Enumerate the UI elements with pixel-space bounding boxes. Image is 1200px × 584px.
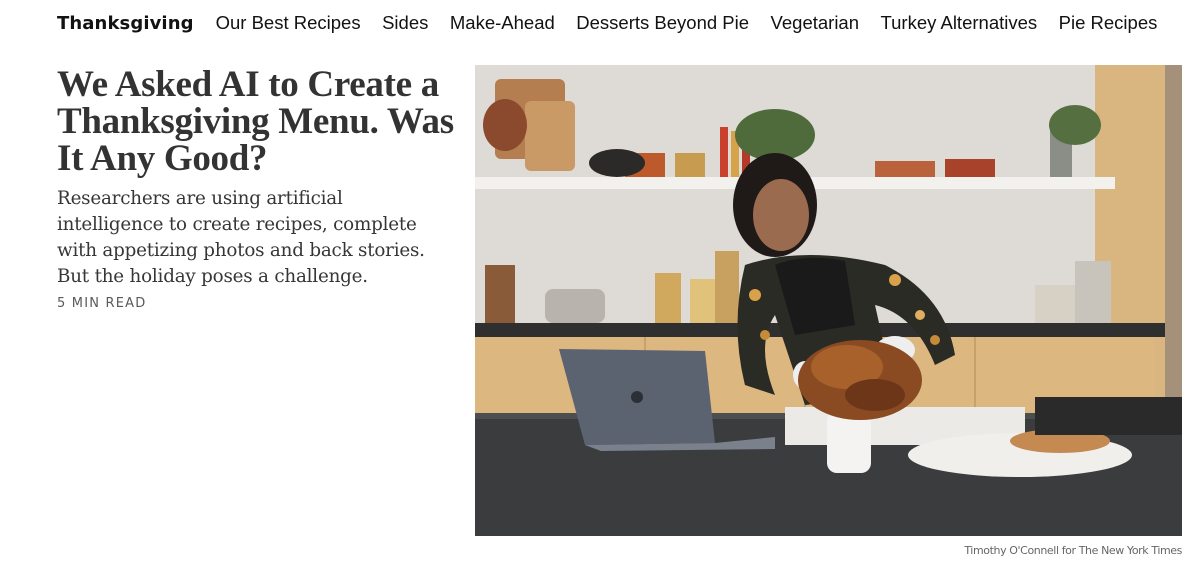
nav-item-pie-recipes[interactable]: Pie Recipes — [1059, 12, 1158, 34]
nav-item-vegetarian[interactable]: Vegetarian — [771, 12, 859, 34]
article-summary: Researchers are using artificial intelli… — [57, 188, 425, 287]
nav-item-our-best-recipes[interactable]: Our Best Recipes — [216, 12, 361, 34]
section-title[interactable]: Thanksgiving — [57, 13, 194, 34]
read-time: 5 MIN READ — [57, 296, 147, 311]
article-photo[interactable] — [475, 65, 1182, 536]
photo-credit: Timothy O'Connell for The New York Times — [964, 544, 1182, 557]
nav-item-make-ahead[interactable]: Make-Ahead — [450, 12, 555, 34]
kitchen-photo-illustration — [475, 65, 1182, 536]
article-headline[interactable]: We Asked AI to Create a Thanksgiving Men… — [57, 66, 457, 177]
nav-item-turkey-alternatives[interactable]: Turkey Alternatives — [881, 12, 1038, 34]
nav-item-sides[interactable]: Sides — [382, 12, 428, 34]
nav-item-desserts-beyond-pie[interactable]: Desserts Beyond Pie — [576, 12, 749, 34]
section-nav: Thanksgiving Our Best Recipes Sides Make… — [57, 11, 1179, 35]
